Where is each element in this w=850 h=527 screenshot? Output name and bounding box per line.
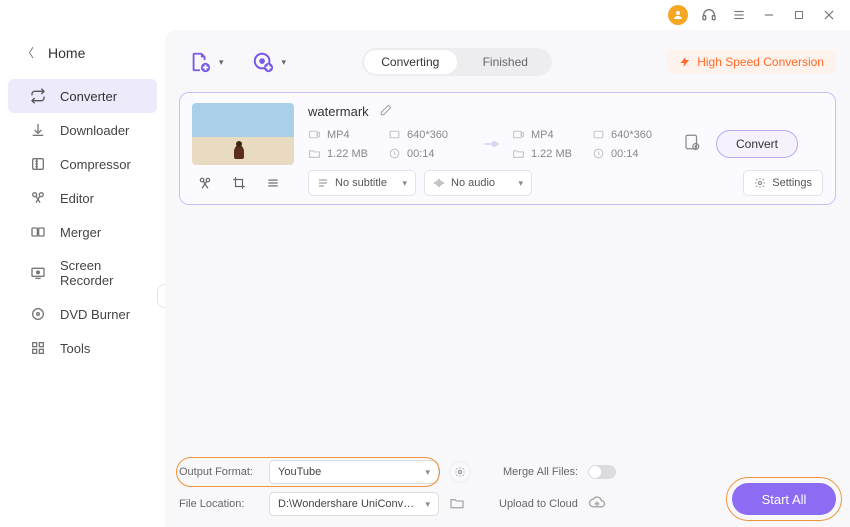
sidebar-item-downloader[interactable]: Downloader <box>8 113 157 147</box>
bolt-icon <box>679 56 691 68</box>
file-name: watermark <box>308 104 369 119</box>
add-dvd-button[interactable] <box>250 49 276 75</box>
downloader-icon <box>30 122 46 138</box>
clock-icon <box>388 147 401 160</box>
trim-button[interactable] <box>192 170 218 196</box>
output-format-label: Output Format: <box>179 466 259 478</box>
crop-button[interactable] <box>226 170 252 196</box>
task-tabs: Converting Finished <box>362 48 552 76</box>
effects-button[interactable] <box>260 170 286 196</box>
sidebar-item-compressor[interactable]: Compressor <box>8 147 157 181</box>
sidebar-item-label: Downloader <box>60 123 129 138</box>
editor-icon <box>30 190 46 206</box>
chevron-down-icon: ▾ <box>518 178 523 189</box>
file-location-select[interactable]: D:\Wondershare UniConverter 1 ▾ <box>269 492 439 516</box>
merge-all-toggle[interactable] <box>588 465 616 479</box>
high-speed-conversion-button[interactable]: High Speed Conversion <box>667 50 836 74</box>
merger-icon <box>30 224 46 240</box>
item-settings-icon[interactable] <box>683 133 701 156</box>
sidebar-item-converter[interactable]: Converter <box>8 79 157 113</box>
chevron-down-icon: ▾ <box>402 178 407 189</box>
subtitle-select[interactable]: No subtitle ▾ <box>308 170 416 196</box>
home-nav[interactable]: 〈 Home <box>0 36 165 69</box>
sidebar-item-label: Screen Recorder <box>60 258 157 288</box>
chevron-down-icon: ▾ <box>425 467 430 478</box>
user-avatar[interactable] <box>668 5 688 25</box>
menu-icon[interactable] <box>730 6 748 24</box>
convert-button[interactable]: Convert <box>716 130 798 158</box>
output-settings-button[interactable] <box>449 461 471 483</box>
merge-label: Merge All Files: <box>503 466 578 478</box>
subtitle-icon <box>317 177 329 189</box>
headset-icon[interactable] <box>700 6 718 24</box>
gear-icon <box>754 177 766 189</box>
clock-icon <box>592 147 605 160</box>
sidebar-item-label: Merger <box>60 225 101 240</box>
folder-icon <box>308 147 321 160</box>
sidebar-item-label: Converter <box>60 89 117 104</box>
home-label: Home <box>48 45 85 61</box>
resolution-icon <box>592 128 605 141</box>
sidebar-item-editor[interactable]: Editor <box>8 181 157 215</box>
video-thumbnail[interactable] <box>192 103 294 165</box>
video-icon <box>308 128 321 141</box>
upload-cloud-label: Upload to Cloud <box>499 498 578 510</box>
sidebar-item-screen-recorder[interactable]: Screen Recorder <box>8 249 157 297</box>
chevron-left-icon: 〈 <box>22 44 34 61</box>
compressor-icon <box>30 156 46 172</box>
sidebar-item-label: Compressor <box>60 157 131 172</box>
settings-button[interactable]: Settings <box>743 170 823 196</box>
tab-finished[interactable]: Finished <box>459 48 552 76</box>
file-location-label: File Location: <box>179 498 259 510</box>
add-file-dropdown[interactable]: ▾ <box>219 57 224 68</box>
edit-name-icon[interactable] <box>379 103 393 120</box>
folder-icon <box>512 147 525 160</box>
dvd-icon <box>30 306 46 322</box>
start-all-button[interactable]: Start All <box>732 483 836 515</box>
screen-recorder-icon <box>30 265 46 281</box>
sidebar-item-label: Editor <box>60 191 94 206</box>
sidebar-item-merger[interactable]: Merger <box>8 215 157 249</box>
tab-converting[interactable]: Converting <box>364 50 457 74</box>
upload-cloud-button[interactable] <box>588 494 606 515</box>
audio-select[interactable]: No audio ▾ <box>424 170 532 196</box>
audio-icon <box>433 177 445 189</box>
output-format-select[interactable]: YouTube ▾ <box>269 460 439 484</box>
minimize-button[interactable] <box>760 6 778 24</box>
converter-icon <box>30 88 46 104</box>
close-button[interactable] <box>820 6 838 24</box>
video-icon <box>512 128 525 141</box>
chevron-down-icon: ▾ <box>425 499 430 510</box>
sidebar-item-label: DVD Burner <box>60 307 130 322</box>
sidebar-item-dvd-burner[interactable]: DVD Burner <box>8 297 157 331</box>
sidebar-item-label: Tools <box>60 341 90 356</box>
tools-icon <box>30 340 46 356</box>
maximize-button[interactable] <box>790 6 808 24</box>
resolution-icon <box>388 128 401 141</box>
media-item-card: watermark MP4 1.22 MB 640*360 00:14 <box>179 92 836 205</box>
add-dvd-dropdown[interactable]: ▾ <box>282 57 287 68</box>
add-file-button[interactable] <box>187 49 213 75</box>
arrow-right-icon <box>472 133 512 155</box>
open-folder-button[interactable] <box>449 495 467 514</box>
sidebar-item-tools[interactable]: Tools <box>8 331 157 365</box>
